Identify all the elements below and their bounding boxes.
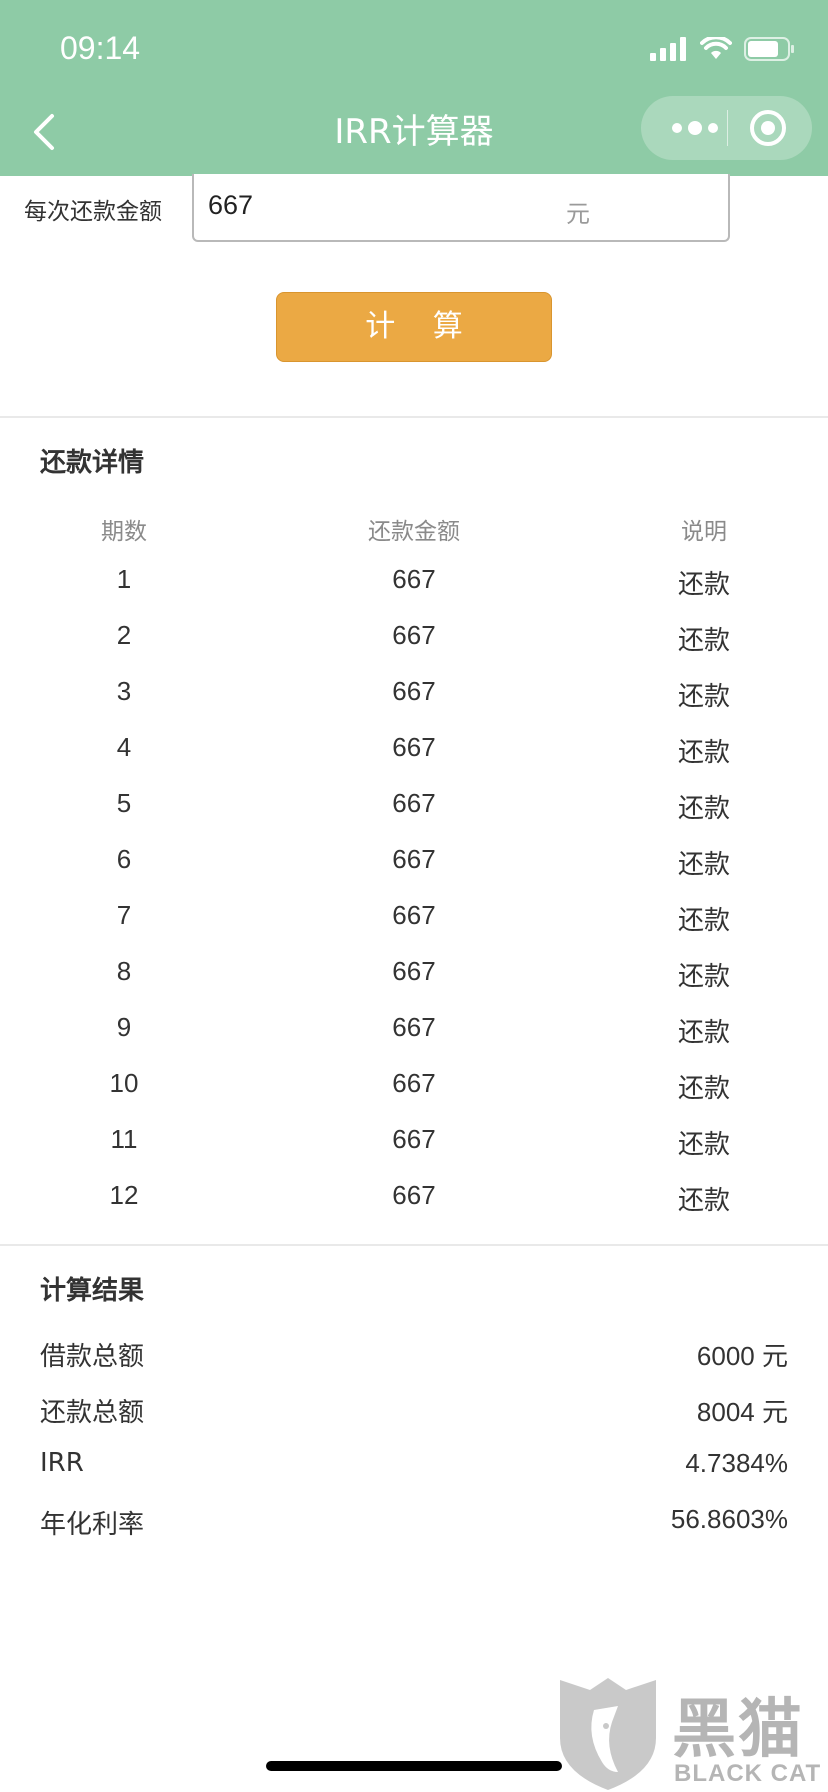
header-period: 期数: [101, 519, 147, 545]
row-amount: 667: [392, 1124, 436, 1154]
row-amount: 667: [392, 564, 436, 594]
table-header: 期数 还款金额 说明: [0, 512, 828, 556]
row-note: 还款: [677, 1129, 730, 1159]
row-note: 还款: [677, 1017, 730, 1047]
watermark-text: 黑猫: [672, 1693, 804, 1767]
wifi-icon: [700, 37, 732, 59]
status-icons: [650, 34, 796, 64]
result-value: 56.8603%: [670, 1504, 788, 1534]
table-row: 6 667 还款: [0, 844, 828, 900]
result-value: 8004 元: [696, 1397, 788, 1427]
header-note: 说明: [681, 519, 727, 545]
row-amount: 667: [392, 844, 436, 874]
row-period: 7: [116, 900, 132, 930]
payment-amount-input[interactable]: 667 元: [192, 174, 730, 242]
row-period: 10: [109, 1068, 139, 1098]
row-note: 还款: [677, 849, 730, 879]
row-note: 还款: [677, 737, 730, 767]
result-label: IRR: [40, 1448, 84, 1478]
row-amount: 667: [392, 1068, 436, 1098]
table-row: 10 667 还款: [0, 1068, 828, 1124]
battery-icon: [744, 37, 794, 61]
row-amount: 667: [392, 788, 436, 818]
row-period: 3: [116, 676, 132, 706]
result-row: 借款总额 6000 元: [40, 1336, 788, 1380]
table-row: 12 667 还款: [0, 1180, 828, 1236]
close-target-icon[interactable]: [748, 108, 788, 148]
row-period: 5: [116, 788, 132, 818]
result-label: 借款总额: [40, 1342, 145, 1372]
row-period: 4: [116, 732, 132, 762]
payment-amount-value: 667: [208, 190, 254, 220]
row-note: 还款: [677, 793, 730, 823]
row-note: 还款: [677, 1073, 730, 1103]
result-row: 年化利率 56.8603%: [40, 1504, 788, 1548]
row-note: 还款: [677, 569, 730, 599]
result-value: 6000 元: [696, 1341, 788, 1371]
home-indicator: [266, 1761, 562, 1771]
row-period: 8: [116, 956, 132, 986]
table-row: 2 667 还款: [0, 620, 828, 676]
details-title: 还款详情: [40, 448, 145, 478]
row-period: 1: [116, 564, 132, 594]
row-note: 还款: [677, 681, 730, 711]
result-row: 还款总额 8004 元: [40, 1392, 788, 1436]
row-note: 还款: [677, 961, 730, 991]
result-value: 4.7384%: [685, 1448, 788, 1478]
row-amount: 667: [392, 620, 436, 650]
payment-amount-label: 每次还款金额: [24, 199, 162, 225]
table-row: 1 667 还款: [0, 564, 828, 620]
row-period: 12: [109, 1180, 139, 1210]
row-amount: 667: [392, 676, 436, 706]
nav-header: 09:14 IRR计算器: [0, 0, 828, 176]
divider: [0, 416, 828, 418]
status-time: 09:14: [60, 30, 141, 66]
row-period: 9: [116, 1012, 132, 1042]
result-row: IRR 4.7384%: [40, 1448, 788, 1492]
mini-program-capsule: [641, 96, 812, 160]
table-row: 5 667 还款: [0, 788, 828, 844]
payment-amount-unit: 元: [566, 200, 590, 228]
table-row: 11 667 还款: [0, 1124, 828, 1180]
row-note: 还款: [677, 625, 730, 655]
watermark-subtext: BLACK CAT: [674, 1760, 822, 1787]
calculate-button[interactable]: 计 算: [276, 292, 552, 362]
row-note: 还款: [677, 905, 730, 935]
result-label: 还款总额: [40, 1398, 145, 1428]
signal-icon: [650, 37, 686, 61]
divider: [0, 1244, 828, 1246]
more-icon[interactable]: [667, 114, 723, 142]
results-title: 计算结果: [40, 1276, 145, 1306]
table-row: 8 667 还款: [0, 956, 828, 1012]
cat-shield-logo: [560, 1678, 656, 1790]
header-amount: 还款金额: [368, 519, 460, 545]
row-note: 还款: [677, 1185, 730, 1215]
table-row: 3 667 还款: [0, 676, 828, 732]
row-period: 11: [110, 1124, 138, 1154]
row-period: 2: [116, 620, 132, 650]
watermark: 黑猫 BLACK CAT: [556, 1676, 828, 1792]
table-row: 4 667 还款: [0, 732, 828, 788]
table-row: 9 667 还款: [0, 1012, 828, 1068]
row-amount: 667: [392, 900, 436, 930]
row-period: 6: [116, 844, 132, 874]
result-label: 年化利率: [40, 1510, 145, 1540]
row-amount: 667: [392, 1012, 436, 1042]
row-amount: 667: [392, 732, 436, 762]
row-amount: 667: [392, 1180, 436, 1210]
row-amount: 667: [392, 956, 436, 986]
capsule-divider: [727, 110, 728, 146]
table-row: 7 667 还款: [0, 900, 828, 956]
